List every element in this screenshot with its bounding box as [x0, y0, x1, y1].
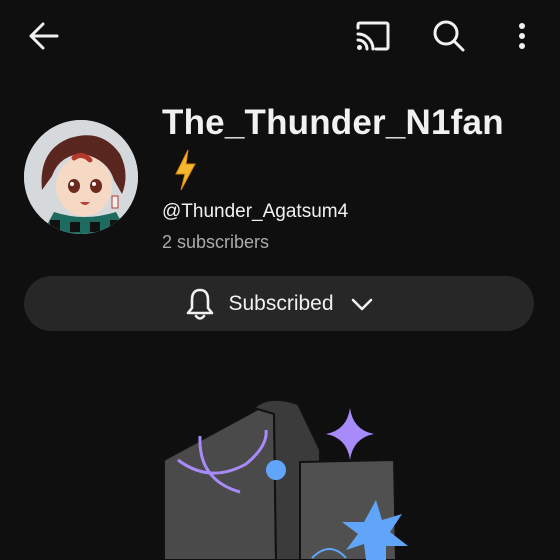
arrow-left-icon [29, 22, 59, 50]
empty-state-illustration [163, 398, 408, 560]
channel-avatar[interactable] [24, 120, 138, 234]
subscriber-count: 2 subscribers [162, 232, 270, 252]
avatar-image [24, 120, 138, 234]
more-vertical-icon [519, 23, 525, 49]
search-icon [433, 20, 465, 52]
back-button[interactable] [20, 14, 68, 58]
channel-name: The_Thunder_N1fan [162, 103, 504, 142]
lightning-bolt-emoji [175, 149, 196, 191]
top-app-bar [0, 0, 560, 72]
cast-button[interactable] [348, 14, 398, 58]
cast-icon [356, 21, 390, 51]
more-options-button[interactable] [504, 14, 540, 58]
chevron-down-icon [351, 298, 372, 310]
bell-icon [187, 288, 214, 320]
search-button[interactable] [424, 14, 474, 58]
subscribed-button[interactable]: Subscribed [24, 276, 534, 331]
channel-handle: @Thunder_Agatsum4 [162, 201, 349, 222]
subscribed-label: Subscribed [228, 291, 334, 315]
